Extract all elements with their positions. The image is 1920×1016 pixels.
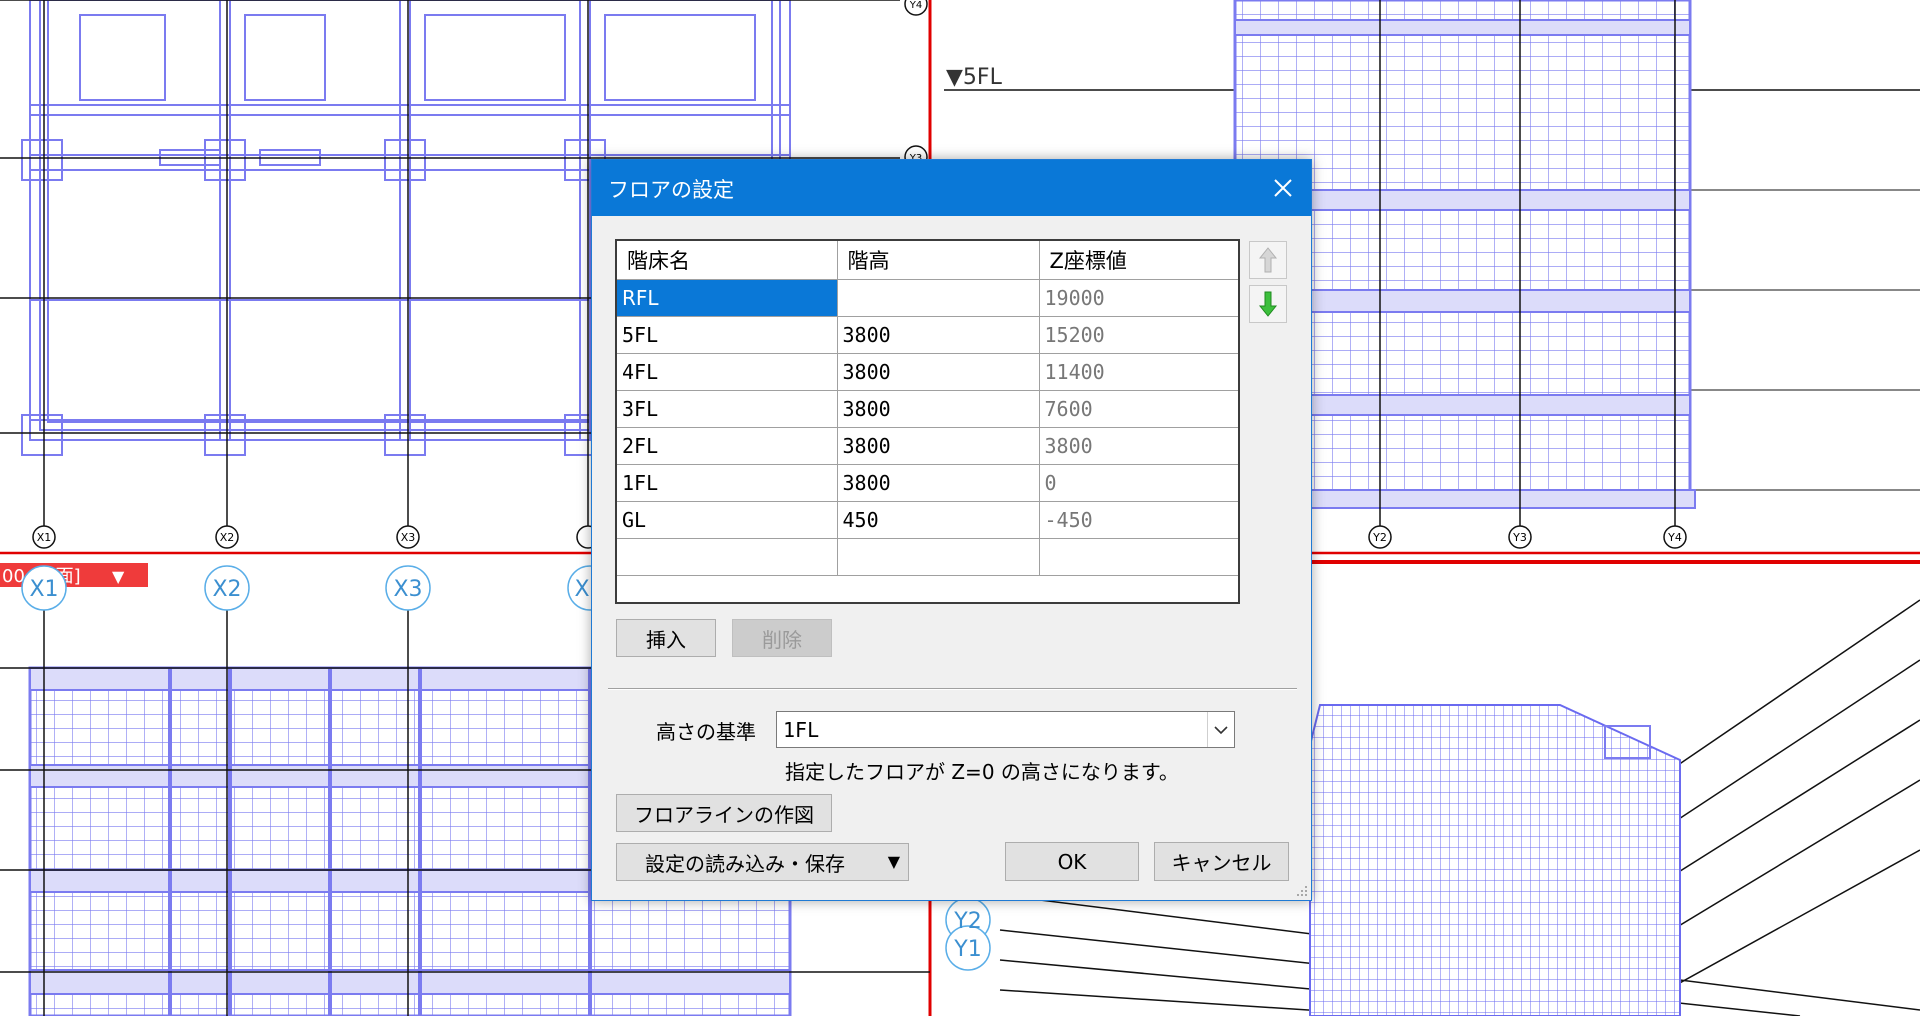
plan-grid-bubbles: X1 X2 X3 <box>32 525 600 549</box>
grid-bubble-x1-large-label: X1 <box>29 577 58 602</box>
draw-floorline-button[interactable]: フロアラインの作図 <box>616 794 832 832</box>
level-label-5fl: ▼5FL <box>946 65 1003 90</box>
right-elevation-bubbles: Y2 Y3 Y4 <box>1368 525 1687 549</box>
cell-z-value: 0 <box>1039 464 1238 502</box>
column-header-floor-height[interactable]: 階高 <box>837 241 1040 280</box>
marker-top-label: Y4 <box>909 0 922 11</box>
table-row[interactable]: 3FL 3800 7600 <box>617 390 1238 428</box>
grid-bubble-x1-small-label: X1 <box>37 531 52 544</box>
height-reference-value: 1FL <box>783 718 820 742</box>
height-reference-note: 指定したフロアが Z=0 の高さになります。 <box>785 760 1179 784</box>
floor-table[interactable]: 階床名 階高 Z座標値 RFL 19000 5FL 3800 15200 4FL <box>615 239 1240 604</box>
grid-bubble-x2-large-label: X2 <box>212 577 241 602</box>
table-row[interactable]: 4FL 3800 11400 <box>617 353 1238 391</box>
cell-floor-name[interactable] <box>617 538 838 576</box>
grid-bubble-y3-small-label: Y3 <box>1512 531 1527 544</box>
cell-floor-height[interactable]: 3800 <box>837 390 1040 428</box>
move-down-button[interactable] <box>1249 285 1287 323</box>
cell-z-value: 11400 <box>1039 353 1238 391</box>
cell-floor-height[interactable] <box>837 538 1040 576</box>
close-button[interactable] <box>1255 160 1311 216</box>
grid-bubble-y2-small-label: Y2 <box>1372 531 1387 544</box>
dropdown-arrow-icon: ▼ <box>887 852 900 871</box>
table-row[interactable] <box>617 538 1238 576</box>
dialog-separator <box>608 688 1297 690</box>
arrow-up-icon <box>1258 247 1278 273</box>
cell-floor-name[interactable]: 3FL <box>617 390 838 428</box>
delete-button[interactable]: 削除 <box>732 619 832 657</box>
grid-bubble-x4-large-label: X <box>574 577 589 602</box>
grid-bubble-y1-large-label: Y1 <box>953 937 981 962</box>
cell-floor-name[interactable]: 1FL <box>617 464 838 502</box>
cell-z-value <box>1039 538 1238 576</box>
cell-floor-height[interactable]: 3800 <box>837 353 1040 391</box>
cell-floor-height[interactable]: 3800 <box>837 464 1040 502</box>
grid-bubble-x3-large-label: X3 <box>393 577 422 602</box>
ok-button[interactable]: OK <box>1005 842 1139 881</box>
resize-grip-icon[interactable] <box>1294 883 1308 897</box>
table-row[interactable]: 5FL 3800 15200 <box>617 316 1238 354</box>
chevron-down-icon <box>1214 725 1228 734</box>
table-row[interactable]: 1FL 3800 0 <box>617 464 1238 502</box>
load-save-settings-label: 設定の読み込み・保存 <box>645 851 845 876</box>
table-row[interactable]: GL 450 -450 <box>617 501 1238 539</box>
load-save-settings-button[interactable]: 設定の読み込み・保存 ▼ <box>616 843 909 881</box>
cell-floor-height[interactable]: 450 <box>837 501 1040 539</box>
view-tab-arrow-icon: ▼ <box>112 567 125 586</box>
cell-z-value: 19000 <box>1039 279 1238 317</box>
height-reference-label: 高さの基準 <box>656 720 756 744</box>
floor-settings-dialog: フロアの設定 階床名 階高 Z座標値 RFL 19000 5FL 3800 15… <box>591 159 1312 901</box>
cell-floor-height[interactable]: 3800 <box>837 427 1040 465</box>
cell-z-value: -450 <box>1039 501 1238 539</box>
move-up-button[interactable] <box>1249 241 1287 279</box>
height-reference-select[interactable]: 1FL <box>776 711 1235 748</box>
cell-z-value: 3800 <box>1039 427 1238 465</box>
column-header-floor-name[interactable]: 階床名 <box>617 241 838 280</box>
cell-z-value: 7600 <box>1039 390 1238 428</box>
close-icon <box>1274 179 1292 197</box>
cell-floor-name[interactable]: 2FL <box>617 427 838 465</box>
cell-z-value: 15200 <box>1039 316 1238 354</box>
grid-bubble-y4-small-label: Y4 <box>1667 531 1682 544</box>
column-header-z-coordinate[interactable]: Z座標値 <box>1039 241 1238 280</box>
table-header-row: 階床名 階高 Z座標値 <box>617 241 1238 280</box>
cell-floor-name[interactable]: RFL <box>617 279 838 317</box>
cell-floor-height[interactable]: 3800 <box>837 316 1040 354</box>
dialog-title: フロアの設定 <box>608 178 734 202</box>
cell-floor-name[interactable]: 4FL <box>617 353 838 391</box>
grid-bubble-x3-small-label: X3 <box>401 531 416 544</box>
dropdown-toggle[interactable] <box>1207 712 1234 747</box>
cancel-button[interactable]: キャンセル <box>1154 842 1289 881</box>
cell-floor-name[interactable]: 5FL <box>617 316 838 354</box>
grid-bubble-x2-small-label: X2 <box>220 531 235 544</box>
insert-button[interactable]: 挿入 <box>616 619 716 657</box>
cell-floor-name[interactable]: GL <box>617 501 838 539</box>
cell-floor-height[interactable] <box>837 279 1040 317</box>
dialog-titlebar[interactable]: フロアの設定 <box>592 160 1311 216</box>
table-row[interactable]: 2FL 3800 3800 <box>617 427 1238 465</box>
arrow-down-icon <box>1258 291 1278 317</box>
grid-bubble-y2-large-label: Y2 <box>953 909 981 934</box>
table-row[interactable]: RFL 19000 <box>617 279 1238 317</box>
